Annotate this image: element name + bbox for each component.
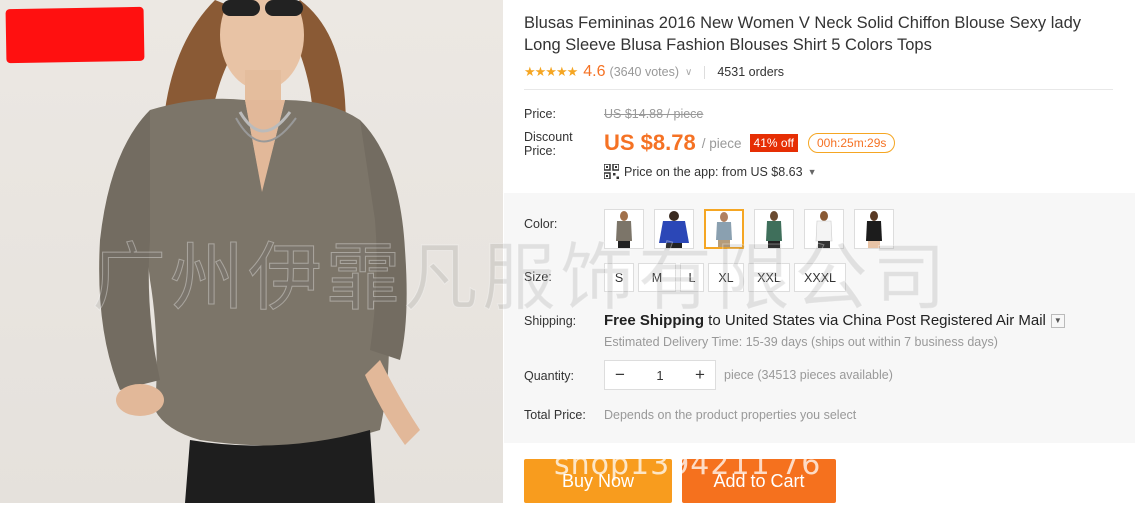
shipping-label: Shipping: — [524, 314, 577, 328]
rating-value: 4.6 — [583, 63, 606, 80]
shipping-to-text: to — [704, 312, 725, 329]
color-swatch-green[interactable] — [754, 209, 794, 249]
product-main-image — [0, 0, 503, 503]
price-label: Price: — [524, 107, 556, 121]
caret-down-icon[interactable]: ▼ — [808, 167, 817, 177]
app-price[interactable]: Price on the app: from US $8.63 ▼ — [604, 163, 817, 180]
size-label: Size: — [524, 270, 552, 284]
orders-count: 4531 orders — [717, 65, 785, 79]
size-options: S M L XL XXL XXXL — [604, 263, 850, 292]
shipping-method[interactable]: Free Shipping to United States via China… — [604, 312, 1065, 329]
chevron-down-icon[interactable]: ▼ — [1050, 313, 1065, 328]
divider — [704, 65, 706, 79]
shipping-country: United States — [724, 312, 815, 329]
color-swatch-gray[interactable] — [604, 209, 644, 249]
votes-link[interactable]: (3640 votes) — [610, 65, 679, 79]
buy-now-button[interactable]: Buy Now — [524, 459, 672, 503]
color-swatch-blue[interactable] — [654, 209, 694, 249]
discount-price-label: Discount Price: — [524, 130, 573, 158]
app-price-text: Price on the app: from US $8.63 — [624, 164, 803, 179]
add-to-cart-button[interactable]: Add to Cart — [682, 459, 836, 503]
free-shipping-text: Free Shipping — [604, 312, 705, 329]
color-swatch-khaki[interactable] — [704, 209, 744, 249]
price-unit: / piece — [701, 135, 742, 151]
quantity-label: Quantity: — [524, 369, 575, 383]
delivery-estimate: Estimated Delivery Time: 15-39 days (shi… — [604, 335, 998, 349]
size-option-s[interactable]: S — [604, 263, 634, 292]
size-option-xxl[interactable]: XXL — [748, 263, 790, 292]
color-swatches — [604, 209, 904, 249]
qr-code-icon — [604, 164, 619, 179]
countdown-timer: 00h:25m:29s — [808, 133, 896, 153]
rating-row: ★★★★★ 4.6 (3640 votes) ∨ 4531 orders — [524, 62, 784, 82]
star-rating-icon: ★★★★★ — [524, 64, 578, 79]
shipping-via-text: via — [814, 312, 843, 329]
redaction-mark — [5, 6, 145, 64]
original-price: US $14.88 / piece — [604, 107, 704, 121]
color-swatch-white[interactable] — [804, 209, 844, 249]
increase-quantity-button[interactable]: + — [685, 365, 715, 385]
total-price-text: Depends on the product properties you se… — [604, 408, 857, 422]
size-option-l[interactable]: L — [680, 263, 704, 292]
model-photo — [99, 0, 420, 503]
color-label: Color: — [524, 217, 558, 231]
discount-price: US $8.78 — [604, 130, 696, 155]
size-option-xl[interactable]: XL — [708, 263, 744, 292]
discount-price-row: US $8.78 / piece 41% off 00h:25m:29s — [604, 128, 896, 158]
total-price-label: Total Price: — [524, 408, 586, 422]
quantity-available: piece (34513 pieces available) — [724, 368, 893, 382]
product-title: Blusas Femininas 2016 New Women V Neck S… — [524, 14, 1081, 54]
decrease-quantity-button[interactable]: − — [605, 365, 635, 385]
quantity-input[interactable]: 1 — [635, 368, 685, 383]
chevron-down-icon[interactable]: ∨ — [685, 67, 692, 78]
size-option-xxxl[interactable]: XXXL — [794, 263, 846, 292]
divider — [524, 89, 1113, 90]
shipping-carrier: China Post Registered Air Mail — [842, 312, 1046, 329]
color-swatch-black[interactable] — [854, 209, 894, 249]
discount-badge: 41% off — [749, 134, 798, 152]
quantity-stepper: − 1 + — [604, 360, 716, 390]
size-option-m[interactable]: M — [638, 263, 676, 292]
